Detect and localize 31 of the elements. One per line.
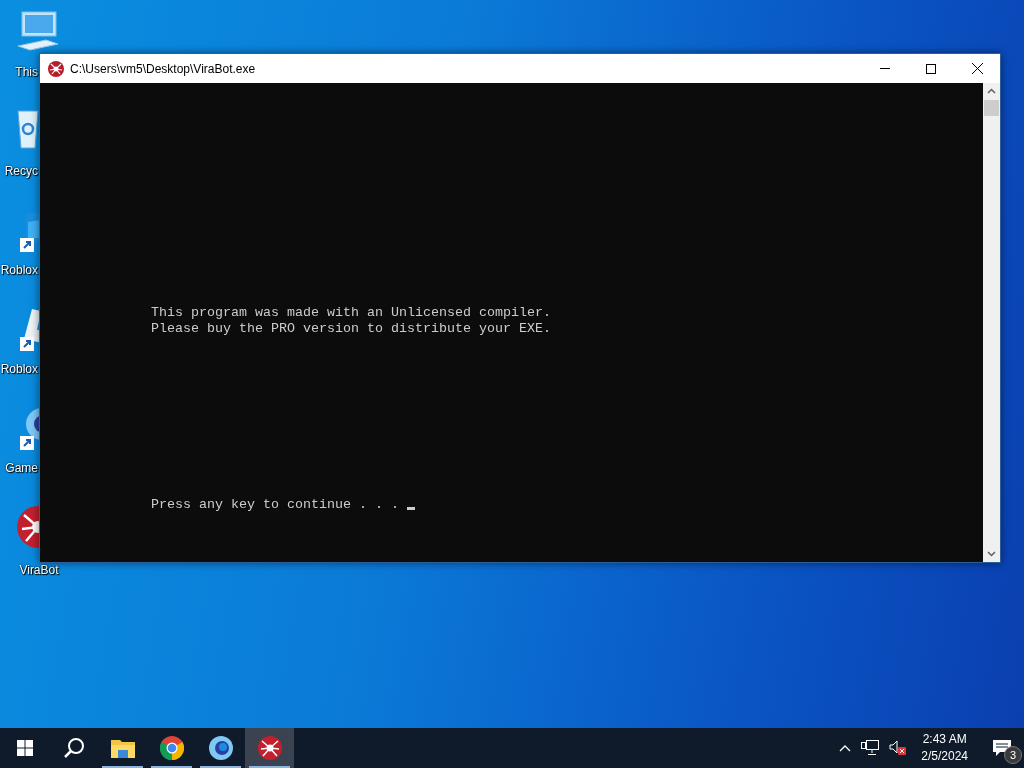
minimize-icon: [880, 68, 890, 69]
console-line: Please buy the PRO version to distribute your EXE.: [151, 321, 552, 337]
icon-label: ViraBot: [18, 563, 60, 577]
computer-icon: [16, 10, 60, 52]
close-icon: [971, 63, 983, 74]
console-line: This program was made with an Unlicensed compiler.: [151, 305, 552, 321]
search-icon[interactable]: [62, 737, 85, 759]
scrollbar[interactable]: [983, 83, 1000, 562]
spider-icon[interactable]: [257, 736, 282, 760]
icon-label: Recyc: [3, 164, 38, 178]
windows-logo-icon[interactable]: [16, 740, 33, 756]
recycle-bin-icon: [17, 109, 39, 149]
browser-icon[interactable]: [159, 736, 184, 760]
spider-icon: [48, 60, 64, 77]
clock-time[interactable]: 2:43 AM: [922, 731, 967, 748]
taskbar-button[interactable]: [245, 728, 294, 768]
icon-label: Game: [4, 461, 38, 475]
ring-icon[interactable]: [208, 736, 233, 760]
folder-icon[interactable]: [110, 738, 135, 758]
speaker-icon[interactable]: [889, 740, 908, 756]
console-prompt: Press any key to continue . . .: [151, 497, 399, 512]
notification-count: 3: [1004, 746, 1022, 764]
icon-label: Roblox: [0, 263, 38, 277]
icon-label: This: [14, 65, 38, 79]
scroll-thumb[interactable]: [984, 100, 999, 116]
window-title: C:\Users\vm5\Desktop\ViraBot.exe: [70, 61, 257, 76]
chevron-up-icon[interactable]: [839, 744, 852, 752]
clock-date[interactable]: 2/5/2024: [921, 748, 968, 765]
icon-label: Roblox: [0, 362, 38, 376]
network-icon[interactable]: [861, 740, 880, 756]
maximize-icon: [926, 63, 936, 74]
